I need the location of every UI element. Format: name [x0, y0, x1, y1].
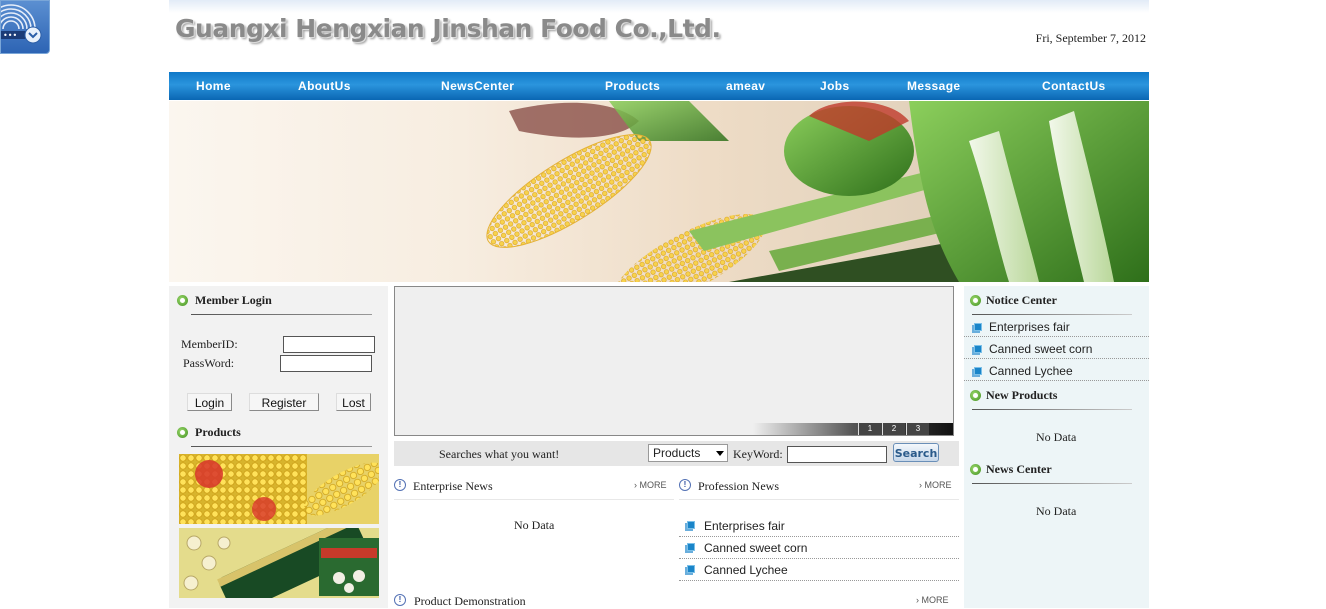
profession-news-item[interactable]: Enterprises fair: [704, 519, 785, 533]
search-category-select[interactable]: Products: [648, 444, 728, 462]
keyword-label: KeyWord:: [733, 447, 783, 461]
right-sidebar: Notice Center Enterprises fair Canned sw…: [964, 286, 1149, 608]
more-label: MORE: [639, 480, 667, 490]
main-nav: Home AboutUs NewsCenter Products ameav J…: [169, 72, 1149, 100]
product-demo-more-link[interactable]: › MORE: [916, 595, 949, 605]
slide-page-2[interactable]: 2: [882, 423, 905, 435]
nav-contactus[interactable]: ContactUs: [1042, 79, 1106, 93]
bullet-icon: [687, 543, 695, 551]
slide-page-3[interactable]: 3: [906, 423, 929, 435]
new-products-empty: No Data: [1036, 430, 1077, 444]
login-bullet-icon: [177, 295, 188, 306]
nav-jobs[interactable]: Jobs: [820, 79, 850, 93]
notice-bullet-icon: [970, 295, 981, 306]
image-slideshow[interactable]: 1 2 3: [394, 286, 954, 436]
main-content: 1 2 3 Searches what you want! Products K…: [394, 286, 959, 608]
profession-news-item[interactable]: Canned Lychee: [704, 563, 788, 577]
notice-center-heading: Notice Center: [986, 293, 1057, 307]
products-heading: Products: [195, 425, 241, 439]
info-icon: !: [679, 479, 691, 491]
memberid-label: MemberID:: [181, 337, 238, 351]
corner-fingerprint-widget[interactable]: •••: [0, 0, 50, 54]
search-bar: Searches what you want! Products KeyWord…: [394, 441, 959, 466]
info-icon: !: [394, 594, 406, 606]
left-sidebar: Member Login MemberID: PassWord: Login R…: [169, 286, 388, 608]
profession-news-more-link[interactable]: › MORE: [919, 480, 952, 490]
login-button[interactable]: Login: [187, 393, 232, 411]
product-image-canned-corn[interactable]: [179, 454, 379, 524]
dotted-divider: [679, 558, 959, 559]
chevron-down-icon: [716, 451, 724, 456]
divider: [972, 483, 1132, 484]
nav-aboutus[interactable]: AboutUs: [298, 79, 351, 93]
enterprise-news-empty: No Data: [514, 518, 555, 532]
slideshow-nav-bar: 1 2 3: [753, 423, 953, 435]
site-logo-title[interactable]: Guangxi Hengxian Jinshan Food Co.,Ltd.: [175, 14, 721, 43]
nav-products[interactable]: Products: [605, 79, 660, 93]
memberid-input[interactable]: [283, 336, 375, 353]
header-date: Fri, September 7, 2012: [1035, 31, 1146, 45]
bullet-icon: [974, 367, 982, 375]
site-header: Guangxi Hengxian Jinshan Food Co.,Ltd. F…: [169, 0, 1149, 72]
bullet-icon: [687, 565, 695, 573]
news-center-empty: No Data: [1036, 504, 1077, 518]
new-products-heading: New Products: [986, 388, 1058, 402]
notice-item[interactable]: Canned Lychee: [989, 364, 1073, 378]
dotted-divider: [679, 536, 959, 537]
search-category-value: Products: [653, 446, 701, 460]
more-label: MORE: [921, 595, 949, 605]
enterprise-news-heading: Enterprise News: [413, 479, 493, 493]
product-demo-heading: Product Demonstration: [414, 594, 526, 608]
divider: [191, 314, 372, 315]
enterprise-news-more-link[interactable]: › MORE: [634, 480, 667, 490]
nav-ameav[interactable]: ameav: [726, 79, 765, 93]
news-center-bullet-icon: [970, 464, 981, 475]
member-login-heading: Member Login: [195, 293, 272, 307]
profession-news-heading: Profession News: [698, 479, 779, 493]
profession-news-item[interactable]: Canned sweet corn: [704, 541, 807, 555]
nav-newscenter[interactable]: NewsCenter: [441, 79, 514, 93]
nav-message[interactable]: Message: [907, 79, 961, 93]
notice-item[interactable]: Canned sweet corn: [989, 342, 1092, 356]
svg-text:•••: •••: [3, 31, 17, 40]
bullet-icon: [687, 521, 695, 529]
more-label: MORE: [924, 480, 952, 490]
divider: [679, 499, 959, 500]
password-input[interactable]: [280, 355, 372, 372]
keyword-input[interactable]: [787, 446, 887, 463]
news-center-heading: News Center: [986, 462, 1052, 476]
product-image-canned-mushroom[interactable]: [179, 528, 379, 598]
bullet-icon: [974, 323, 982, 331]
products-bullet-icon: [177, 427, 188, 438]
notice-item[interactable]: Enterprises fair: [989, 320, 1070, 334]
dotted-divider: [964, 380, 1149, 381]
search-button[interactable]: Search: [893, 443, 939, 462]
page-wrapper: Guangxi Hengxian Jinshan Food Co.,Ltd. F…: [169, 0, 1149, 608]
search-prompt: Searches what you want!: [439, 447, 560, 461]
dotted-divider: [964, 336, 1149, 337]
divider: [972, 409, 1132, 410]
lost-password-button[interactable]: Lost: [336, 393, 371, 411]
register-button[interactable]: Register: [249, 393, 319, 411]
dotted-divider: [964, 358, 1149, 359]
bullet-icon: [974, 345, 982, 353]
new-products-bullet-icon: [970, 390, 981, 401]
dotted-divider: [679, 580, 959, 581]
vegetable-banner-image: [169, 101, 1149, 282]
divider: [972, 314, 1132, 315]
info-icon: !: [394, 479, 406, 491]
slide-page-1[interactable]: 1: [858, 423, 881, 435]
nav-home[interactable]: Home: [196, 79, 231, 93]
divider: [191, 446, 372, 447]
password-label: PassWord:: [183, 356, 235, 370]
divider: [394, 499, 674, 500]
